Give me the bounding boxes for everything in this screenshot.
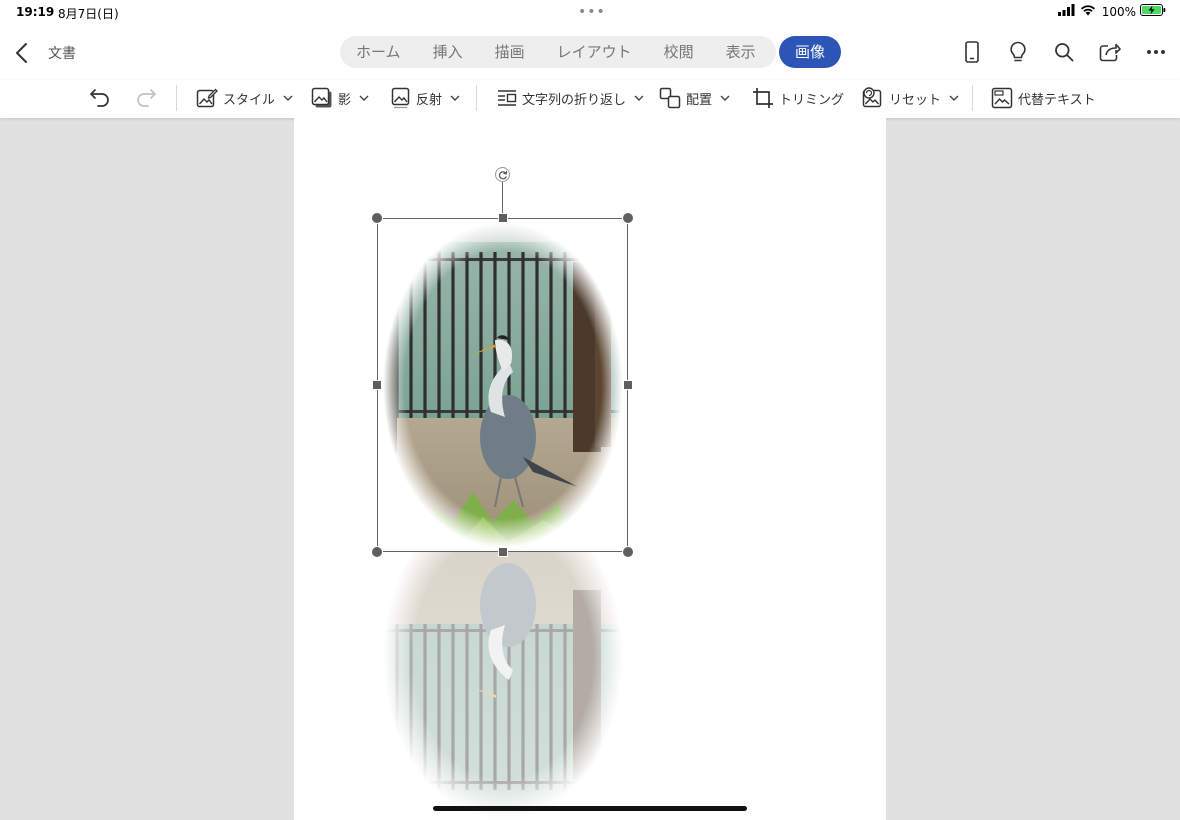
style-button[interactable]: スタイル [196,84,293,112]
ribbon-divider [972,85,973,111]
wifi-icon [1080,4,1096,19]
battery-charging-icon [1140,4,1166,19]
chevron-down-icon [283,95,293,101]
heron-photo-reflection [383,552,623,820]
tab-picture[interactable]: 画像 [779,36,842,68]
phone-icon[interactable] [960,40,984,64]
redo-icon [137,89,156,107]
picture-style-icon [196,88,218,108]
status-date: 8月7日(日) [58,7,119,21]
rotate-handle[interactable] [495,167,510,182]
alt-text-label: 代替テキスト [1018,92,1096,108]
tab-layout[interactable]: レイアウト [541,36,648,68]
resize-handle-left[interactable] [372,380,382,390]
tab-home[interactable]: ホーム [340,36,417,68]
tab-view[interactable]: 表示 [710,36,772,68]
chevron-down-icon [720,95,730,101]
resize-handle-right[interactable] [623,380,633,390]
wrap-text-icon [498,90,517,106]
status-bar: 19:19 8月7日(日) ••• 100% [0,0,1180,24]
reset-button[interactable]: リセット [862,84,959,112]
rotate-icon [498,170,507,179]
ribbon-tab-bar: ホーム 挿入 描画 レイアウト 校閲 表示 [340,36,776,68]
resize-handle-bottom[interactable] [498,547,508,557]
document-title[interactable]: 文書 [48,43,76,63]
share-icon[interactable] [1098,40,1122,64]
reflection-button[interactable]: 反射 [391,84,460,112]
chevron-down-icon [450,95,460,101]
style-label: スタイル [223,92,276,108]
undo-icon [90,89,109,107]
alt-text-icon [991,87,1013,109]
crop-icon [753,88,773,108]
chevron-down-icon [359,95,369,101]
arrange-icon [659,87,681,109]
heron-photo-oval[interactable] [383,222,623,548]
crop-button[interactable]: トリミング [752,84,844,112]
crop-label: トリミング [779,92,845,108]
header-icons [960,40,1168,64]
wrap-text-label: 文字列の折り返し [522,92,627,108]
undo-button[interactable] [89,84,111,112]
status-right: 100% [1057,4,1166,19]
arrange-button[interactable]: 配置 [659,84,730,112]
alt-text-button[interactable]: 代替テキスト [991,84,1096,112]
resize-handle-bottom-left[interactable] [371,546,383,558]
redo-button[interactable] [135,84,157,112]
reset-label: リセット [889,92,942,108]
arrange-label: 配置 [686,92,713,108]
reflection-label: 反射 [416,92,443,108]
home-indicator[interactable] [433,806,747,811]
more-icon[interactable] [1144,40,1168,64]
reset-picture-icon [862,87,882,108]
picture-reflection-icon [391,87,410,109]
back-button[interactable] [10,40,32,66]
ribbon-divider [176,85,177,111]
tab-draw[interactable]: 描画 [479,36,541,68]
picture-ribbon: スタイル 影 反射 文字列の折り返し 配置 トリミング リセット 代替テキスト [0,80,1180,118]
chevron-down-icon [634,95,644,101]
status-time: 19:19 [16,5,55,19]
resize-handle-top-left[interactable] [371,212,383,224]
signal-icon [1057,4,1076,19]
picture-shadow-icon [311,87,332,108]
resize-handle-top-right[interactable] [622,212,634,224]
ribbon-divider [476,85,477,111]
tab-insert[interactable]: 挿入 [417,36,479,68]
battery-percent: 100% [1101,4,1136,19]
multitasking-dots[interactable]: ••• [578,4,606,20]
search-icon[interactable] [1052,40,1076,64]
app-header: 文書 ホーム 挿入 描画 レイアウト 校閲 表示 画像 [0,24,1180,80]
resize-handle-bottom-right[interactable] [622,546,634,558]
shadow-label: 影 [338,92,352,108]
shadow-button[interactable]: 影 [311,84,369,112]
resize-handle-top[interactable] [498,213,508,223]
tab-review[interactable]: 校閲 [648,36,710,68]
chevron-down-icon [949,95,959,101]
lightbulb-icon[interactable] [1006,40,1030,64]
chevron-left-icon [16,43,27,63]
wrap-text-button[interactable]: 文字列の折り返し [497,84,644,112]
